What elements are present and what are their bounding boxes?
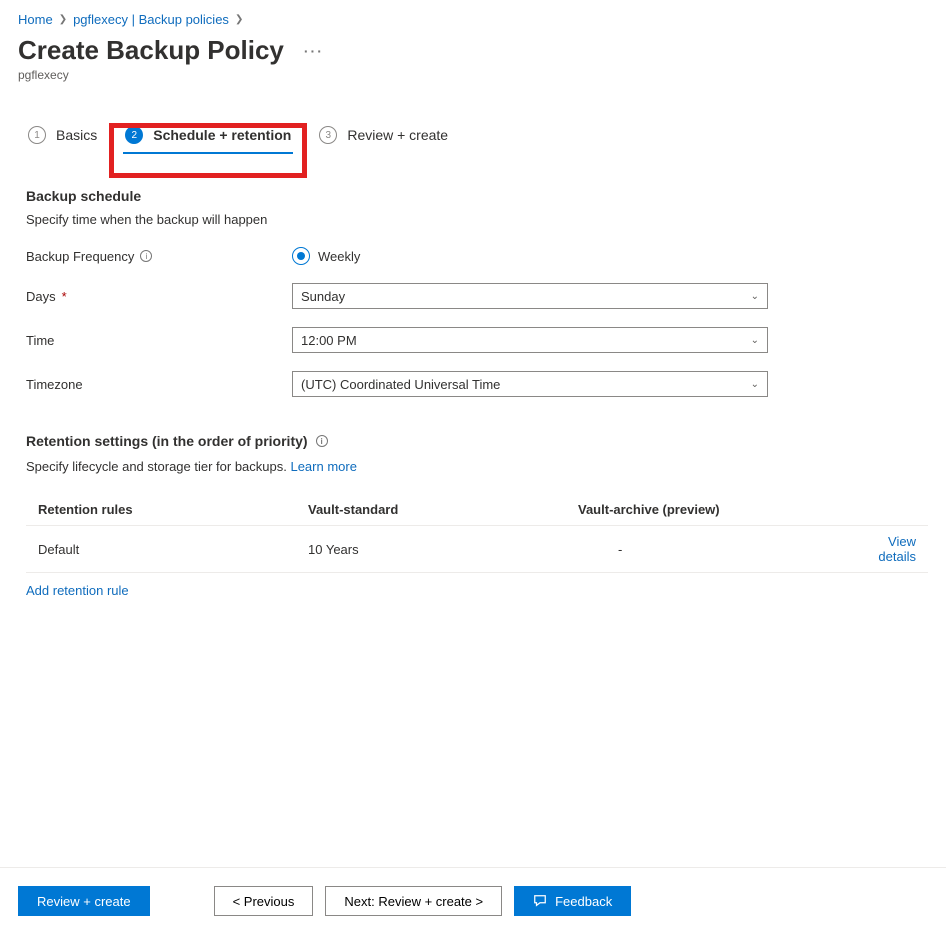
page-title: Create Backup Policy xyxy=(18,35,284,66)
label-time: Time xyxy=(26,333,292,348)
previous-button[interactable]: < Previous xyxy=(214,886,314,916)
retention-table: Retention rules Vault-standard Vault-arc… xyxy=(26,494,928,573)
cell-vault-standard: 10 Years xyxy=(308,542,578,557)
select-value: (UTC) Coordinated Universal Time xyxy=(301,377,500,392)
chevron-down-icon: ⌄ xyxy=(751,379,759,390)
select-value: Sunday xyxy=(301,289,345,304)
chevron-right-icon: ❯ xyxy=(235,14,243,25)
feedback-icon xyxy=(533,894,547,908)
label-timezone: Timezone xyxy=(26,377,292,392)
label-days: Days * xyxy=(26,289,292,304)
step-label: Review + create xyxy=(347,127,448,143)
link-learn-more[interactable]: Learn more xyxy=(290,459,356,474)
link-add-retention-rule[interactable]: Add retention rule xyxy=(26,583,928,598)
section-title-retention: Retention settings (in the order of prio… xyxy=(26,433,308,449)
info-icon[interactable]: i xyxy=(316,435,328,447)
step-review-create[interactable]: 3 Review + create xyxy=(317,122,450,152)
select-days[interactable]: Sunday ⌄ xyxy=(292,283,768,309)
chevron-right-icon: ❯ xyxy=(59,14,67,25)
footer-divider xyxy=(0,867,946,868)
select-timezone[interactable]: (UTC) Coordinated Universal Time ⌄ xyxy=(292,371,768,397)
section-subtitle-backup-schedule: Specify time when the backup will happen xyxy=(26,212,928,227)
select-time[interactable]: 12:00 PM ⌄ xyxy=(292,327,768,353)
radio-weekly[interactable]: Weekly xyxy=(292,247,360,265)
breadcrumb: Home ❯ pgflexecy | Backup policies ❯ xyxy=(0,0,946,27)
info-icon[interactable]: i xyxy=(140,250,152,262)
section-title-backup-schedule: Backup schedule xyxy=(26,188,928,204)
link-view-details[interactable]: View details xyxy=(858,534,916,564)
radio-label: Weekly xyxy=(318,249,360,264)
table-row: Default 10 Years - View details xyxy=(26,525,928,573)
step-number: 3 xyxy=(319,126,337,144)
breadcrumb-home[interactable]: Home xyxy=(18,12,53,27)
radio-dot-icon xyxy=(292,247,310,265)
col-vault-archive: Vault-archive (preview) xyxy=(578,502,858,517)
step-number: 1 xyxy=(28,126,46,144)
section-subtitle-retention: Specify lifecycle and storage tier for b… xyxy=(26,459,290,474)
step-basics[interactable]: 1 Basics xyxy=(26,122,99,152)
feedback-label: Feedback xyxy=(555,894,612,909)
step-label: Basics xyxy=(56,127,97,143)
chevron-down-icon: ⌄ xyxy=(751,291,759,302)
review-create-button[interactable]: Review + create xyxy=(18,886,150,916)
step-schedule-retention[interactable]: 2 Schedule + retention xyxy=(123,122,293,152)
chevron-down-icon: ⌄ xyxy=(751,335,759,346)
select-value: 12:00 PM xyxy=(301,333,357,348)
feedback-button[interactable]: Feedback xyxy=(514,886,631,916)
step-label: Schedule + retention xyxy=(153,127,291,143)
cell-vault-archive: - xyxy=(578,542,858,557)
wizard-steps: 1 Basics 2 Schedule + retention 3 Review… xyxy=(0,82,946,162)
col-retention-rules: Retention rules xyxy=(38,502,308,517)
label-backup-frequency: Backup Frequency i xyxy=(26,249,292,264)
next-button[interactable]: Next: Review + create > xyxy=(325,886,502,916)
page-subtitle: pgflexecy xyxy=(0,66,946,82)
step-number: 2 xyxy=(125,126,143,144)
required-indicator: * xyxy=(62,289,67,304)
more-actions-button[interactable]: ··· xyxy=(304,43,324,59)
cell-rule-name: Default xyxy=(38,542,308,557)
breadcrumb-project[interactable]: pgflexecy | Backup policies xyxy=(73,12,229,27)
col-vault-standard: Vault-standard xyxy=(308,502,578,517)
